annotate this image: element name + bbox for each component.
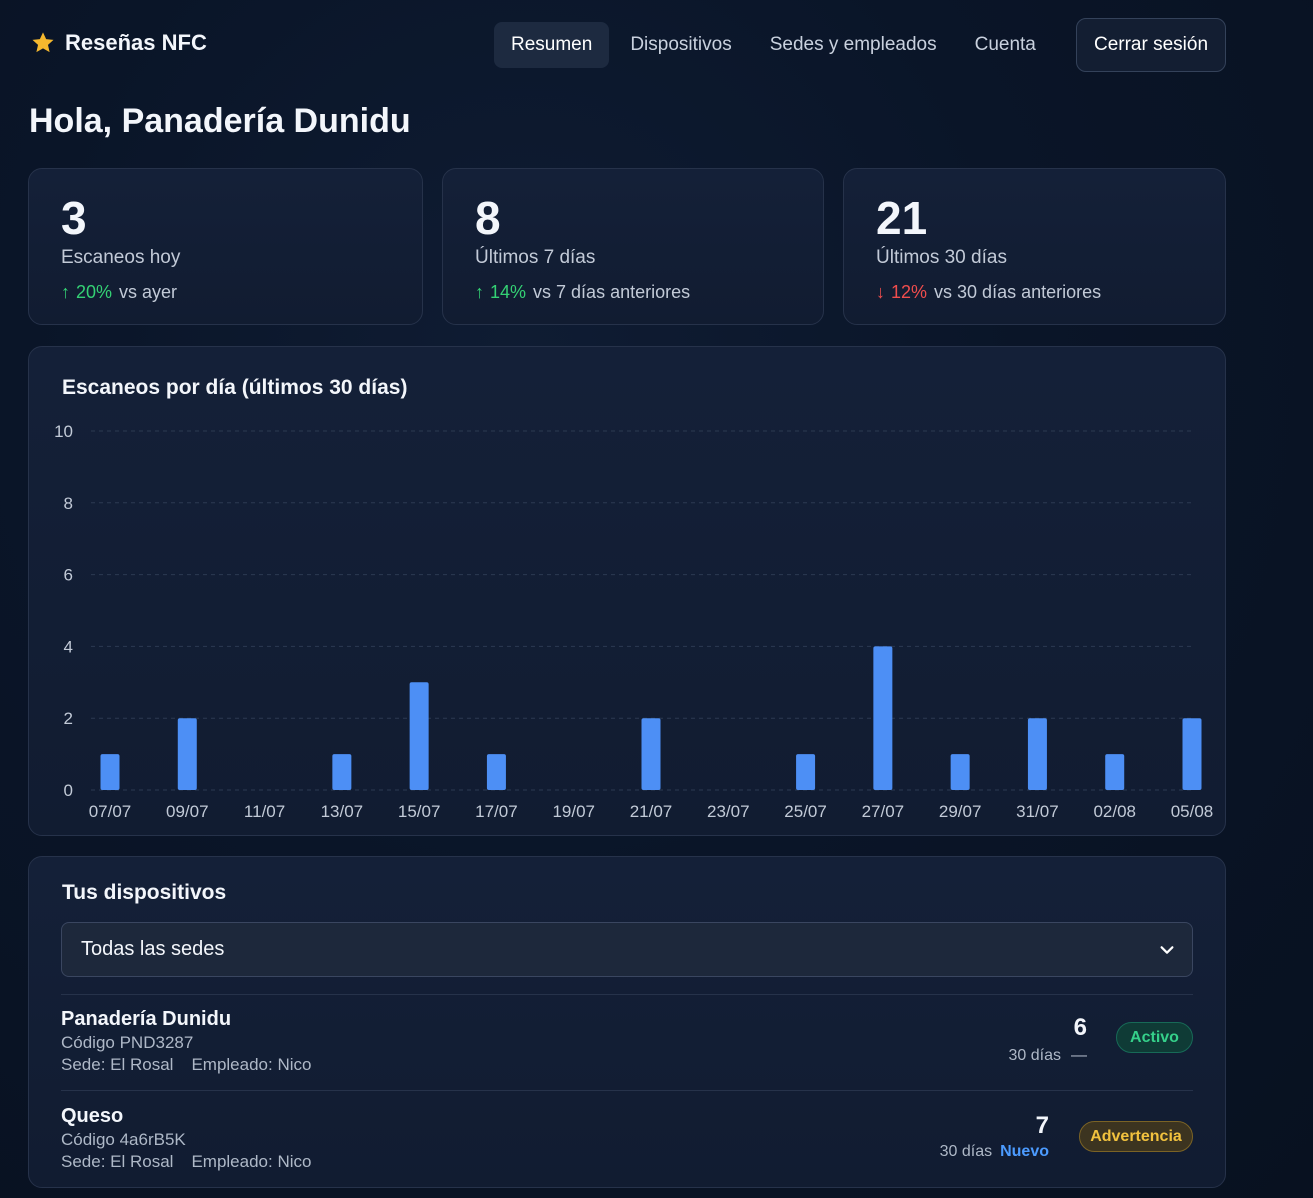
x-tick-label: 23/07	[707, 802, 750, 821]
chart-bar	[100, 754, 120, 790]
x-tick-label: 21/07	[630, 802, 673, 821]
brand[interactable]: Reseñas NFC	[30, 30, 207, 56]
divider	[61, 994, 1193, 995]
x-tick-label: 31/07	[1016, 802, 1059, 821]
device-empleado: Empleado: Nico	[191, 1055, 312, 1074]
nav-item-sedes-empleados[interactable]: Sedes y empleados	[753, 22, 954, 68]
y-tick-label: 4	[64, 637, 73, 656]
nav-item-resumen[interactable]: Resumen	[494, 22, 610, 68]
stat-card-7-days: 8 Últimos 7 días ↑ 14% vs 7 días anterio…	[442, 168, 824, 325]
app-title: Reseñas NFC	[65, 30, 207, 55]
y-tick-label: 2	[64, 709, 73, 728]
stat-trend: ↓ 12% vs 30 días anteriores	[876, 282, 1101, 303]
x-tick-label: 19/07	[552, 802, 595, 821]
chart-bar	[332, 754, 352, 790]
status-badge: Advertencia	[1079, 1121, 1193, 1152]
trend-compare: vs ayer	[119, 282, 178, 302]
status-badge: Activo	[1116, 1022, 1193, 1053]
x-tick-label: 02/08	[1093, 802, 1136, 821]
stat-value: 3	[61, 192, 87, 244]
chart-bar	[950, 754, 970, 790]
device-period: 30 días	[939, 1143, 993, 1160]
stat-label: Escaneos hoy	[61, 247, 181, 268]
arrow-down-icon: ↓	[876, 282, 885, 302]
y-tick-label: 10	[54, 422, 73, 441]
x-tick-label: 13/07	[321, 802, 364, 821]
x-tick-label: 09/07	[166, 802, 209, 821]
device-scan-count: 7	[1035, 1112, 1049, 1139]
device-empleado: Empleado: Nico	[191, 1152, 312, 1171]
trend-compare: vs 30 días anteriores	[934, 282, 1102, 302]
stat-value: 8	[475, 192, 501, 244]
main-nav: Resumen Dispositivos Sedes y empleados C…	[494, 22, 1057, 68]
top-bar: Reseñas NFC Resumen Dispositivos Sedes y…	[0, 0, 1313, 92]
star-icon	[32, 32, 54, 53]
sede-filter-value: Todas las sedes	[81, 938, 225, 960]
chart-bar	[1027, 718, 1047, 790]
stat-value: 21	[876, 192, 928, 244]
trend-compare: vs 7 días anteriores	[533, 282, 691, 302]
stat-card-30-days: 21 Últimos 30 días ↓ 12% vs 30 días ante…	[843, 168, 1226, 325]
device-code: Código 4a6rB5K	[61, 1130, 186, 1149]
chart-bar	[796, 754, 816, 790]
device-name[interactable]: Queso	[61, 1105, 123, 1128]
divider	[61, 1090, 1193, 1091]
y-tick-label: 0	[64, 781, 73, 800]
sede-filter-select[interactable]: Todas las sedes	[61, 922, 1193, 977]
y-tick-label: 8	[64, 494, 73, 513]
x-tick-label: 07/07	[89, 802, 132, 821]
devices-card: Tus dispositivos Todas las sedes Panader…	[28, 856, 1226, 1188]
stat-trend: ↑ 20% vs ayer	[61, 282, 177, 303]
devices-title: Tus dispositivos	[62, 881, 227, 904]
x-tick-label: 27/07	[862, 802, 905, 821]
device-scan-count: 6	[1073, 1014, 1087, 1041]
stat-label: Últimos 7 días	[475, 247, 596, 268]
scans-chart-card: Escaneos por día (últimos 30 días) 02468…	[28, 346, 1226, 836]
page-title: Hola, Panadería Dunidu	[29, 102, 411, 140]
y-tick-label: 6	[64, 566, 73, 585]
device-scan-sub: 30 días —	[1009, 1047, 1087, 1065]
stat-card-today: 3 Escaneos hoy ↑ 20% vs ayer	[28, 168, 423, 325]
nav-item-dispositivos[interactable]: Dispositivos	[613, 22, 748, 68]
chart-bar	[486, 754, 506, 790]
x-tick-label: 05/08	[1171, 802, 1214, 821]
x-tick-label: 29/07	[939, 802, 982, 821]
trend-percent: 20%	[76, 282, 113, 302]
device-sede: Sede: El Rosal	[61, 1152, 174, 1171]
device-name[interactable]: Panadería Dunidu	[61, 1008, 231, 1031]
chart-bar	[641, 718, 661, 790]
x-tick-label: 17/07	[475, 802, 518, 821]
stat-label: Últimos 30 días	[876, 247, 1007, 268]
stat-trend: ↑ 14% vs 7 días anteriores	[475, 282, 690, 303]
arrow-up-icon: ↑	[475, 282, 484, 302]
device-delta: —	[1071, 1047, 1087, 1064]
device-meta: Sede: El Rosal Empleado: Nico	[61, 1152, 311, 1172]
x-tick-label: 11/07	[244, 802, 285, 821]
device-delta: Nuevo	[1000, 1143, 1049, 1160]
device-sede: Sede: El Rosal	[61, 1055, 174, 1074]
x-tick-label: 25/07	[784, 802, 827, 821]
x-tick-label: 15/07	[398, 802, 441, 821]
nav-item-cuenta[interactable]: Cuenta	[958, 22, 1053, 68]
scans-bar-chart: 0 2 4 6 8 10 07/07 09/07 11/07 13/07 15/07 17/07 19/…	[54, 422, 1214, 821]
device-code: Código PND3287	[61, 1033, 194, 1052]
arrow-up-icon: ↑	[61, 282, 70, 302]
device-meta: Sede: El Rosal Empleado: Nico	[61, 1055, 311, 1075]
logout-button[interactable]: Cerrar sesión	[1076, 18, 1226, 72]
chart-bar	[177, 718, 197, 790]
chart-bar	[1182, 718, 1202, 790]
trend-percent: 14%	[490, 282, 527, 302]
chart-bar	[409, 682, 429, 790]
trend-percent: 12%	[891, 282, 928, 302]
device-period: 30 días	[1008, 1047, 1061, 1064]
chart-bar	[1105, 754, 1125, 790]
chart-bar	[873, 646, 893, 790]
chevron-down-icon	[1160, 946, 1174, 954]
device-scan-sub: 30 días Nuevo	[940, 1143, 1049, 1161]
